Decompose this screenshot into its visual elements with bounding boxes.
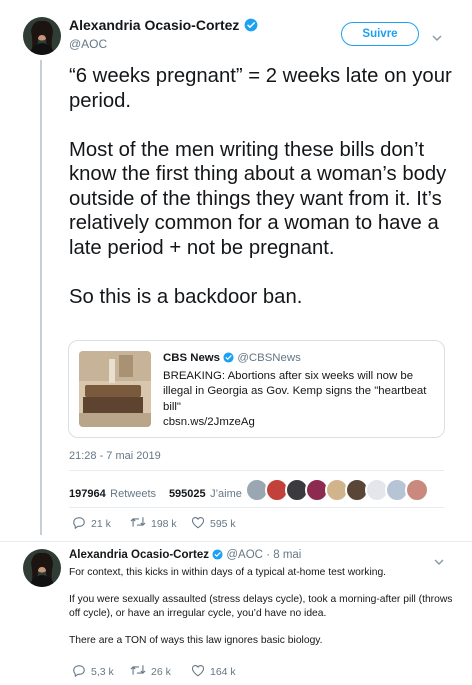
reply-separator: · <box>266 549 271 561</box>
retweets-count[interactable]: 197964 <box>69 488 106 500</box>
divider <box>0 541 472 542</box>
engagement-stats: 197964 Retweets 595025 J’aime <box>69 484 242 502</box>
heart-icon <box>191 516 205 532</box>
reply-paragraph: For context, this kicks in within days o… <box>69 567 387 578</box>
verified-badge-icon <box>223 352 234 369</box>
likes-count[interactable]: 595025 <box>169 488 206 500</box>
author-avatar[interactable] <box>23 17 61 55</box>
quoted-tweet-link[interactable]: cbsn.ws/2JmzeAg <box>163 415 438 431</box>
tweet-timestamp[interactable]: 21:28 - 7 mai 2019 <box>69 450 161 462</box>
reply-paragraph: There are a TON of ways this law ignores… <box>69 634 323 646</box>
reply-author-avatar[interactable] <box>23 549 61 587</box>
quoted-tweet-body: CBS News @CBSNews BREAKING: Abortions af… <box>163 351 438 431</box>
like-button[interactable]: 164 k <box>191 664 236 680</box>
reply-count: 21 k <box>91 518 111 530</box>
quoted-author-handle: @CBSNews <box>237 352 301 364</box>
reply-author-handle[interactable]: @AOC <box>226 549 263 561</box>
reply-count: 5,3 k <box>91 666 114 678</box>
author-name-row: Alexandria Ocasio-Cortez <box>69 17 258 37</box>
thread-connector-line <box>40 60 42 535</box>
reply-button[interactable]: 21 k <box>72 516 111 532</box>
chevron-down-icon[interactable] <box>432 29 442 47</box>
reply-time[interactable]: 8 mai <box>273 549 301 561</box>
retweets-label[interactable]: Retweets <box>110 488 156 500</box>
likes-label[interactable]: J’aime <box>210 488 242 500</box>
reply-icon <box>72 664 86 680</box>
tweet-paragraph: “6 weeks pregnant” = 2 weeks late on you… <box>69 65 452 112</box>
tweet-paragraph: Most of the men writing these bills don’… <box>69 138 447 259</box>
verified-badge-icon <box>212 549 223 563</box>
quoted-tweet-image <box>79 351 151 427</box>
retweet-count: 198 k <box>151 517 177 530</box>
like-count: 595 k <box>210 518 236 530</box>
reply-text: For context, this kicks in within days o… <box>69 566 454 661</box>
tweet-paragraph: So this is a backdoor ban. <box>69 285 303 308</box>
divider <box>69 470 444 471</box>
follow-button[interactable]: Suivre <box>341 22 419 46</box>
tweet-text: “6 weeks pregnant” = 2 weeks late on you… <box>69 64 454 334</box>
quoted-tweet-card[interactable]: CBS News @CBSNews BREAKING: Abortions af… <box>68 340 445 438</box>
divider <box>69 507 444 508</box>
reply-header: Alexandria Ocasio-Cortez @AOC · 8 mai <box>69 549 301 563</box>
like-count: 164 k <box>210 666 236 678</box>
heart-icon <box>191 664 205 680</box>
verified-badge-icon <box>244 18 258 37</box>
retweet-button[interactable]: 26 k <box>130 664 171 679</box>
retweet-icon <box>130 664 146 679</box>
retweet-icon <box>130 516 146 531</box>
liker-avatar[interactable] <box>405 478 429 502</box>
retweet-count: 26 k <box>151 665 171 678</box>
reply-icon <box>72 516 86 532</box>
author-handle[interactable]: @AOC <box>69 37 107 51</box>
quoted-tweet-text: BREAKING: Abortions after six weeks will… <box>163 369 427 413</box>
like-button[interactable]: 595 k <box>191 516 236 532</box>
quoted-author-name: CBS News <box>163 352 220 364</box>
reply-author-name[interactable]: Alexandria Ocasio-Cortez <box>69 549 209 561</box>
retweet-button[interactable]: 198 k <box>130 516 177 531</box>
reply-paragraph: If you were sexually assaulted (stress d… <box>69 594 453 619</box>
reply-button[interactable]: 5,3 k <box>72 664 114 680</box>
author-name[interactable]: Alexandria Ocasio-Cortez <box>69 17 239 33</box>
